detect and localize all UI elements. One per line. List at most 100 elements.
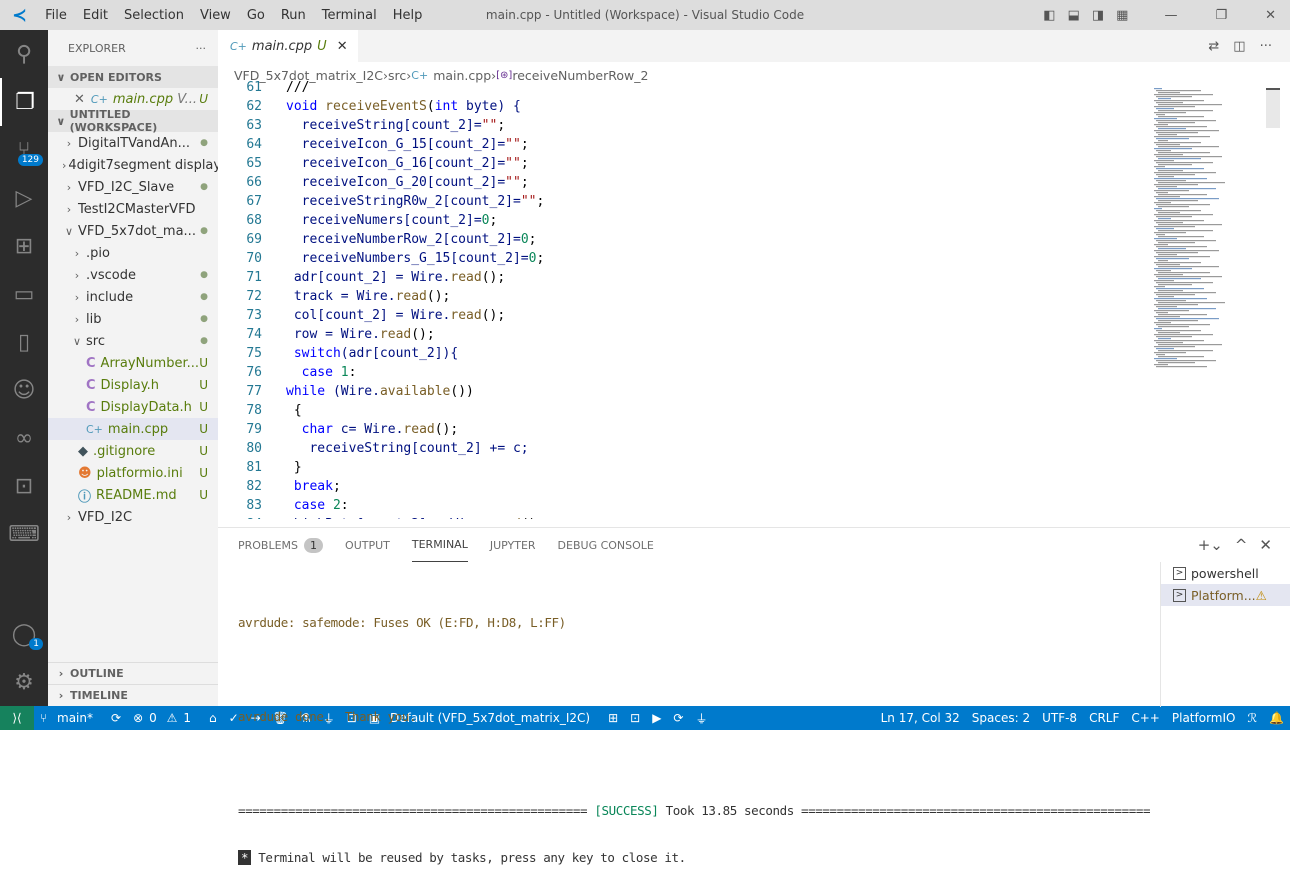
menu-help[interactable]: Help [393, 8, 423, 23]
tree-item[interactable]: › include ● [48, 286, 218, 308]
menu-selection[interactable]: Selection [124, 8, 184, 23]
warning-icon: ⚠ [1255, 587, 1267, 603]
timeline-section[interactable]: › TIMELINE [48, 684, 218, 706]
line-text: receiveNumberRow_2[count_2]=0; [286, 230, 537, 249]
feedback-icon[interactable]: ℛ [1247, 711, 1257, 725]
platformio-icon[interactable]: ☺ [0, 366, 48, 414]
close-panel-icon[interactable]: ✕ [1259, 536, 1272, 554]
remote-indicator[interactable]: ⟩⟨ [0, 706, 34, 730]
menu-run[interactable]: Run [281, 8, 306, 23]
remote-explorer-icon[interactable]: ▭ [0, 270, 48, 318]
settings-gear-icon[interactable]: ⚙ [0, 658, 48, 706]
terminal-output[interactable]: avrdude: safemode: Fuses OK (E:FD, H:D8,… [238, 584, 1153, 896]
tree-item[interactable]: ⓘ README.md U [48, 484, 218, 506]
more-actions-icon[interactable]: ··· [1260, 39, 1272, 54]
line-number: 62 [246, 99, 262, 114]
platformio-item[interactable]: PlatformIO [1172, 711, 1236, 725]
minimap[interactable] [1150, 88, 1265, 378]
line-number: 79 [246, 422, 262, 437]
minimize-button[interactable]: — [1164, 8, 1177, 23]
toggle-secondary-icon[interactable]: ◨ [1092, 8, 1104, 23]
tab-main-cpp[interactable]: C+ main.cpp U ✕ [218, 30, 358, 62]
panel-tab-label: TERMINAL [411, 538, 468, 551]
code-token: (); [434, 422, 459, 437]
panel-tab-label: OUTPUT [345, 538, 390, 552]
split-editor-icon[interactable]: ◫ [1233, 39, 1245, 54]
tab-debug-console[interactable]: DEBUG CONSOLE [558, 528, 654, 562]
code-token: ; [520, 137, 529, 152]
tree-item[interactable]: › VFD_I2C_Slave ● [48, 176, 218, 198]
git-status: U [199, 488, 208, 502]
tree-item[interactable]: ◆ .gitignore U [48, 440, 218, 462]
restore-button[interactable]: ❐ [1215, 8, 1227, 23]
tree-item[interactable]: ∨ VFD_5x7dot_ma... ● [48, 220, 218, 242]
sync-icon[interactable]: ⟳ [111, 711, 121, 725]
testing-icon[interactable]: ▯ [0, 318, 48, 366]
code-editor[interactable]: 61///62 void receiveEventS(int byte) {63 … [218, 78, 1148, 519]
code-line: 72 track = Wire.read(); [218, 287, 1148, 306]
home-icon[interactable]: ⌂ [209, 711, 217, 725]
outline-section[interactable]: › OUTLINE [48, 662, 218, 684]
open-editors-section[interactable]: ∨ OPEN EDITORS [48, 66, 218, 88]
code-token: (Wire. [325, 384, 380, 399]
tree-item[interactable]: › lib ● [48, 308, 218, 330]
line-text: receiveString[count_2] += c; [286, 439, 528, 458]
menu-terminal[interactable]: Terminal [322, 8, 377, 23]
open-editor-item[interactable]: ✕ C+ main.cpp V... U [48, 88, 218, 110]
menu-view[interactable]: View [200, 8, 231, 23]
minimap-line [1156, 294, 1195, 296]
tree-item[interactable]: ☻ platformio.ini U [48, 462, 218, 484]
line-text: track = Wire.read(); [286, 287, 451, 306]
layout-icon[interactable]: ▦ [1116, 8, 1128, 23]
menu-edit[interactable]: Edit [83, 8, 108, 23]
infinity-icon[interactable]: ∞ [0, 414, 48, 462]
tab-terminal[interactable]: TERMINAL [411, 528, 468, 562]
scrollbar[interactable] [1266, 88, 1280, 128]
minimap-line [1158, 296, 1174, 298]
notifications-icon[interactable]: 🔔 [1269, 711, 1284, 725]
problems-item[interactable]: ⊗ 0 ⚠ 1 [133, 711, 197, 725]
new-terminal-icon[interactable]: +⌄ [1198, 536, 1223, 554]
tree-item[interactable]: › .pio [48, 242, 218, 264]
close-icon[interactable]: ✕ [74, 92, 85, 107]
compare-changes-icon[interactable]: ⇄ [1208, 39, 1219, 54]
tree-item[interactable]: › VFD_I2C [48, 506, 218, 528]
extensions-icon[interactable]: ⊞ [0, 222, 48, 270]
terminal-icon[interactable]: ⊡ [0, 462, 48, 510]
close-tab-icon[interactable]: ✕ [337, 39, 348, 54]
terminal-instance[interactable]: > Platform... ⚠ [1161, 584, 1290, 606]
tree-item[interactable]: › TestI2CMasterVFD [48, 198, 218, 220]
tab-problems[interactable]: PROBLEMS 1 [238, 528, 324, 562]
accounts-icon[interactable]: ◯ 1 [0, 610, 48, 658]
line-number: 78 [246, 403, 262, 418]
menu-file[interactable]: File [45, 8, 67, 23]
terminal-instance[interactable]: > powershell [1161, 562, 1290, 584]
tree-item[interactable]: C ArrayNumber... U [48, 352, 218, 374]
explorer-icon[interactable]: ❐ [0, 78, 48, 126]
tree-item[interactable]: › 4digit7segment display [48, 154, 218, 176]
minimap-line [1156, 210, 1201, 212]
code-line: 75 switch(adr[count_2]){ [218, 344, 1148, 363]
menu-go[interactable]: Go [247, 8, 265, 23]
toggle-sidebar-icon[interactable]: ◧ [1043, 8, 1055, 23]
toggle-panel-icon[interactable]: ⬓ [1068, 8, 1080, 23]
tree-item[interactable]: ∨ src ● [48, 330, 218, 352]
tab-output[interactable]: OUTPUT [345, 528, 390, 562]
minimap-line [1156, 252, 1198, 254]
keyboard-icon[interactable]: ⌨ [0, 510, 48, 558]
workspace-section[interactable]: ∨ UNTITLED (WORKSPACE) [48, 108, 218, 134]
close-button[interactable]: ✕ [1265, 8, 1276, 23]
tree-item[interactable]: C+ main.cpp U [48, 418, 218, 440]
line-text: col[count_2] = Wire.read(); [286, 306, 505, 325]
more-actions-icon[interactable]: ··· [196, 42, 207, 55]
source-control-icon[interactable]: ⑂ 129 [0, 126, 48, 174]
tree-item[interactable]: › .vscode ● [48, 264, 218, 286]
tree-item[interactable]: C DisplayData.h U [48, 396, 218, 418]
search-icon[interactable]: ⚲ [0, 30, 48, 78]
tab-jupyter[interactable]: JUPYTER [490, 528, 536, 562]
maximize-panel-icon[interactable]: ^ [1235, 536, 1248, 554]
tree-item[interactable]: › DigitalTVandAn... ● [48, 132, 218, 154]
run-debug-icon[interactable]: ▷ [0, 174, 48, 222]
tree-item[interactable]: C Display.h U [48, 374, 218, 396]
branch-item[interactable]: ⑂ main* [40, 711, 99, 725]
